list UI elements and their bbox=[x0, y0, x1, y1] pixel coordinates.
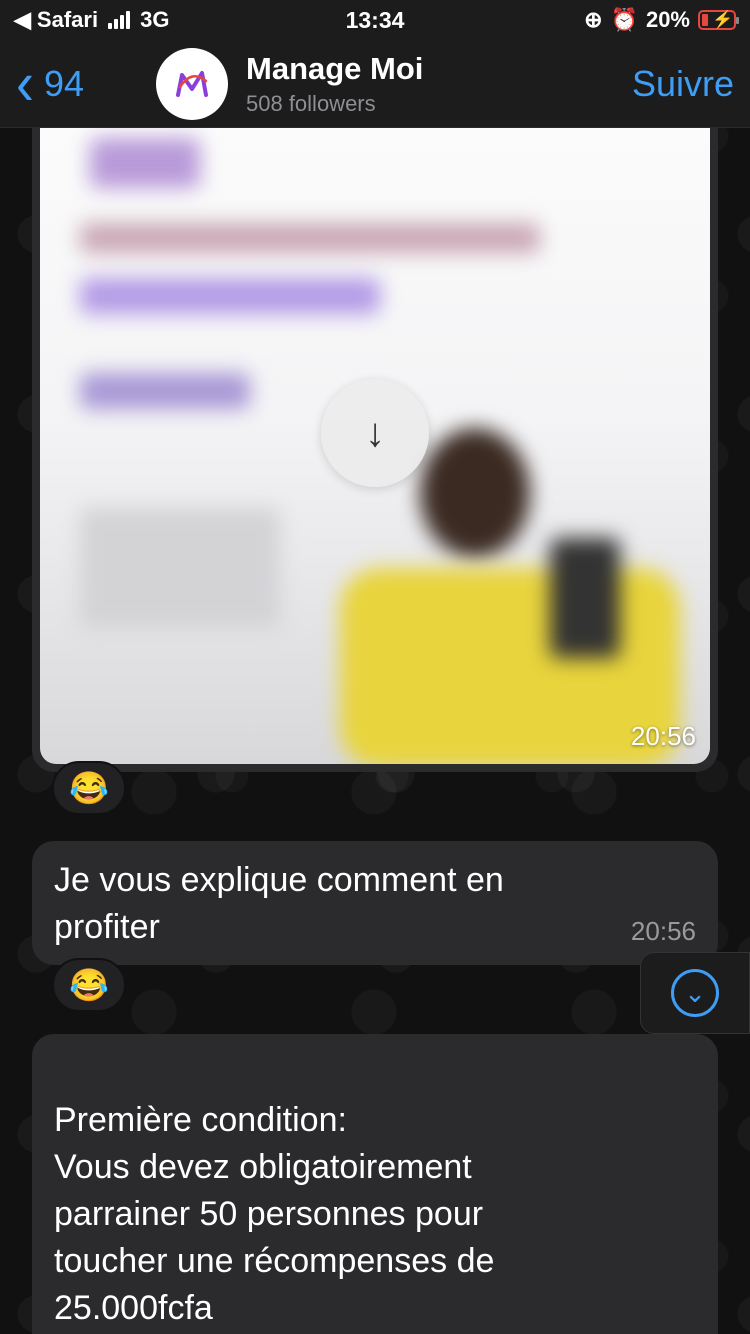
follower-count: 508 followers bbox=[246, 90, 376, 116]
clock: 13:34 bbox=[345, 6, 405, 33]
message-time: 20:56 bbox=[630, 916, 696, 946]
scroll-down-icon: ⌄ bbox=[671, 969, 719, 1017]
message-time: 20:56 bbox=[630, 721, 696, 751]
lock-rotation-icon: ⊕ bbox=[584, 7, 603, 32]
back-button[interactable]: ‹ 94 bbox=[16, 52, 156, 114]
download-icon: ↓ bbox=[365, 410, 385, 455]
message-text: Première condition: Vous devez obligatoi… bbox=[54, 1101, 495, 1327]
reaction-badge[interactable]: 😂 bbox=[52, 761, 126, 815]
back-chevron-icon: ‹ bbox=[16, 49, 34, 118]
back-to-app-label[interactable]: Safari bbox=[37, 7, 98, 33]
channel-avatar[interactable] bbox=[156, 47, 228, 120]
reaction-badge[interactable]: 😂 bbox=[52, 958, 126, 1012]
laughing-emoji: 😂 bbox=[69, 967, 109, 1003]
text-message: Première condition: Vous devez obligatoi… bbox=[32, 1034, 718, 1334]
laughing-emoji: 😂 bbox=[69, 770, 109, 806]
network-type: 3G bbox=[140, 7, 170, 32]
download-button[interactable]: ↓ bbox=[321, 379, 429, 487]
blurred-image-preview[interactable]: ↓ 20:56 bbox=[40, 128, 710, 764]
follow-button[interactable]: Suivre bbox=[632, 63, 734, 105]
battery-percentage: 20% bbox=[645, 7, 690, 32]
channel-info[interactable]: Manage Moi 508 followers bbox=[246, 51, 632, 117]
message-text: Je vous explique comment en profiter bbox=[54, 861, 504, 946]
status-bar: ◀ Safari 3G 13:34 ⊕ ⏰ 20% ⚡ bbox=[0, 0, 750, 40]
unread-count: 94 bbox=[43, 62, 85, 104]
scroll-to-bottom-button[interactable]: ⌄ bbox=[640, 952, 750, 1034]
channel-name: Manage Moi bbox=[246, 50, 424, 86]
battery-charging-icon: ⚡ bbox=[698, 10, 739, 30]
chat-header: ‹ 94 Manage Moi 508 followers Suivre bbox=[0, 40, 750, 128]
text-message: Je vous explique comment en profiter 20:… bbox=[32, 841, 718, 965]
manage-moi-logo bbox=[176, 70, 208, 97]
back-to-app-icon[interactable]: ◀ bbox=[14, 7, 31, 33]
media-message: ↓ 20:56 bbox=[32, 128, 718, 772]
signal-strength-icon bbox=[108, 11, 131, 29]
alarm-icon: ⏰ bbox=[610, 7, 638, 32]
